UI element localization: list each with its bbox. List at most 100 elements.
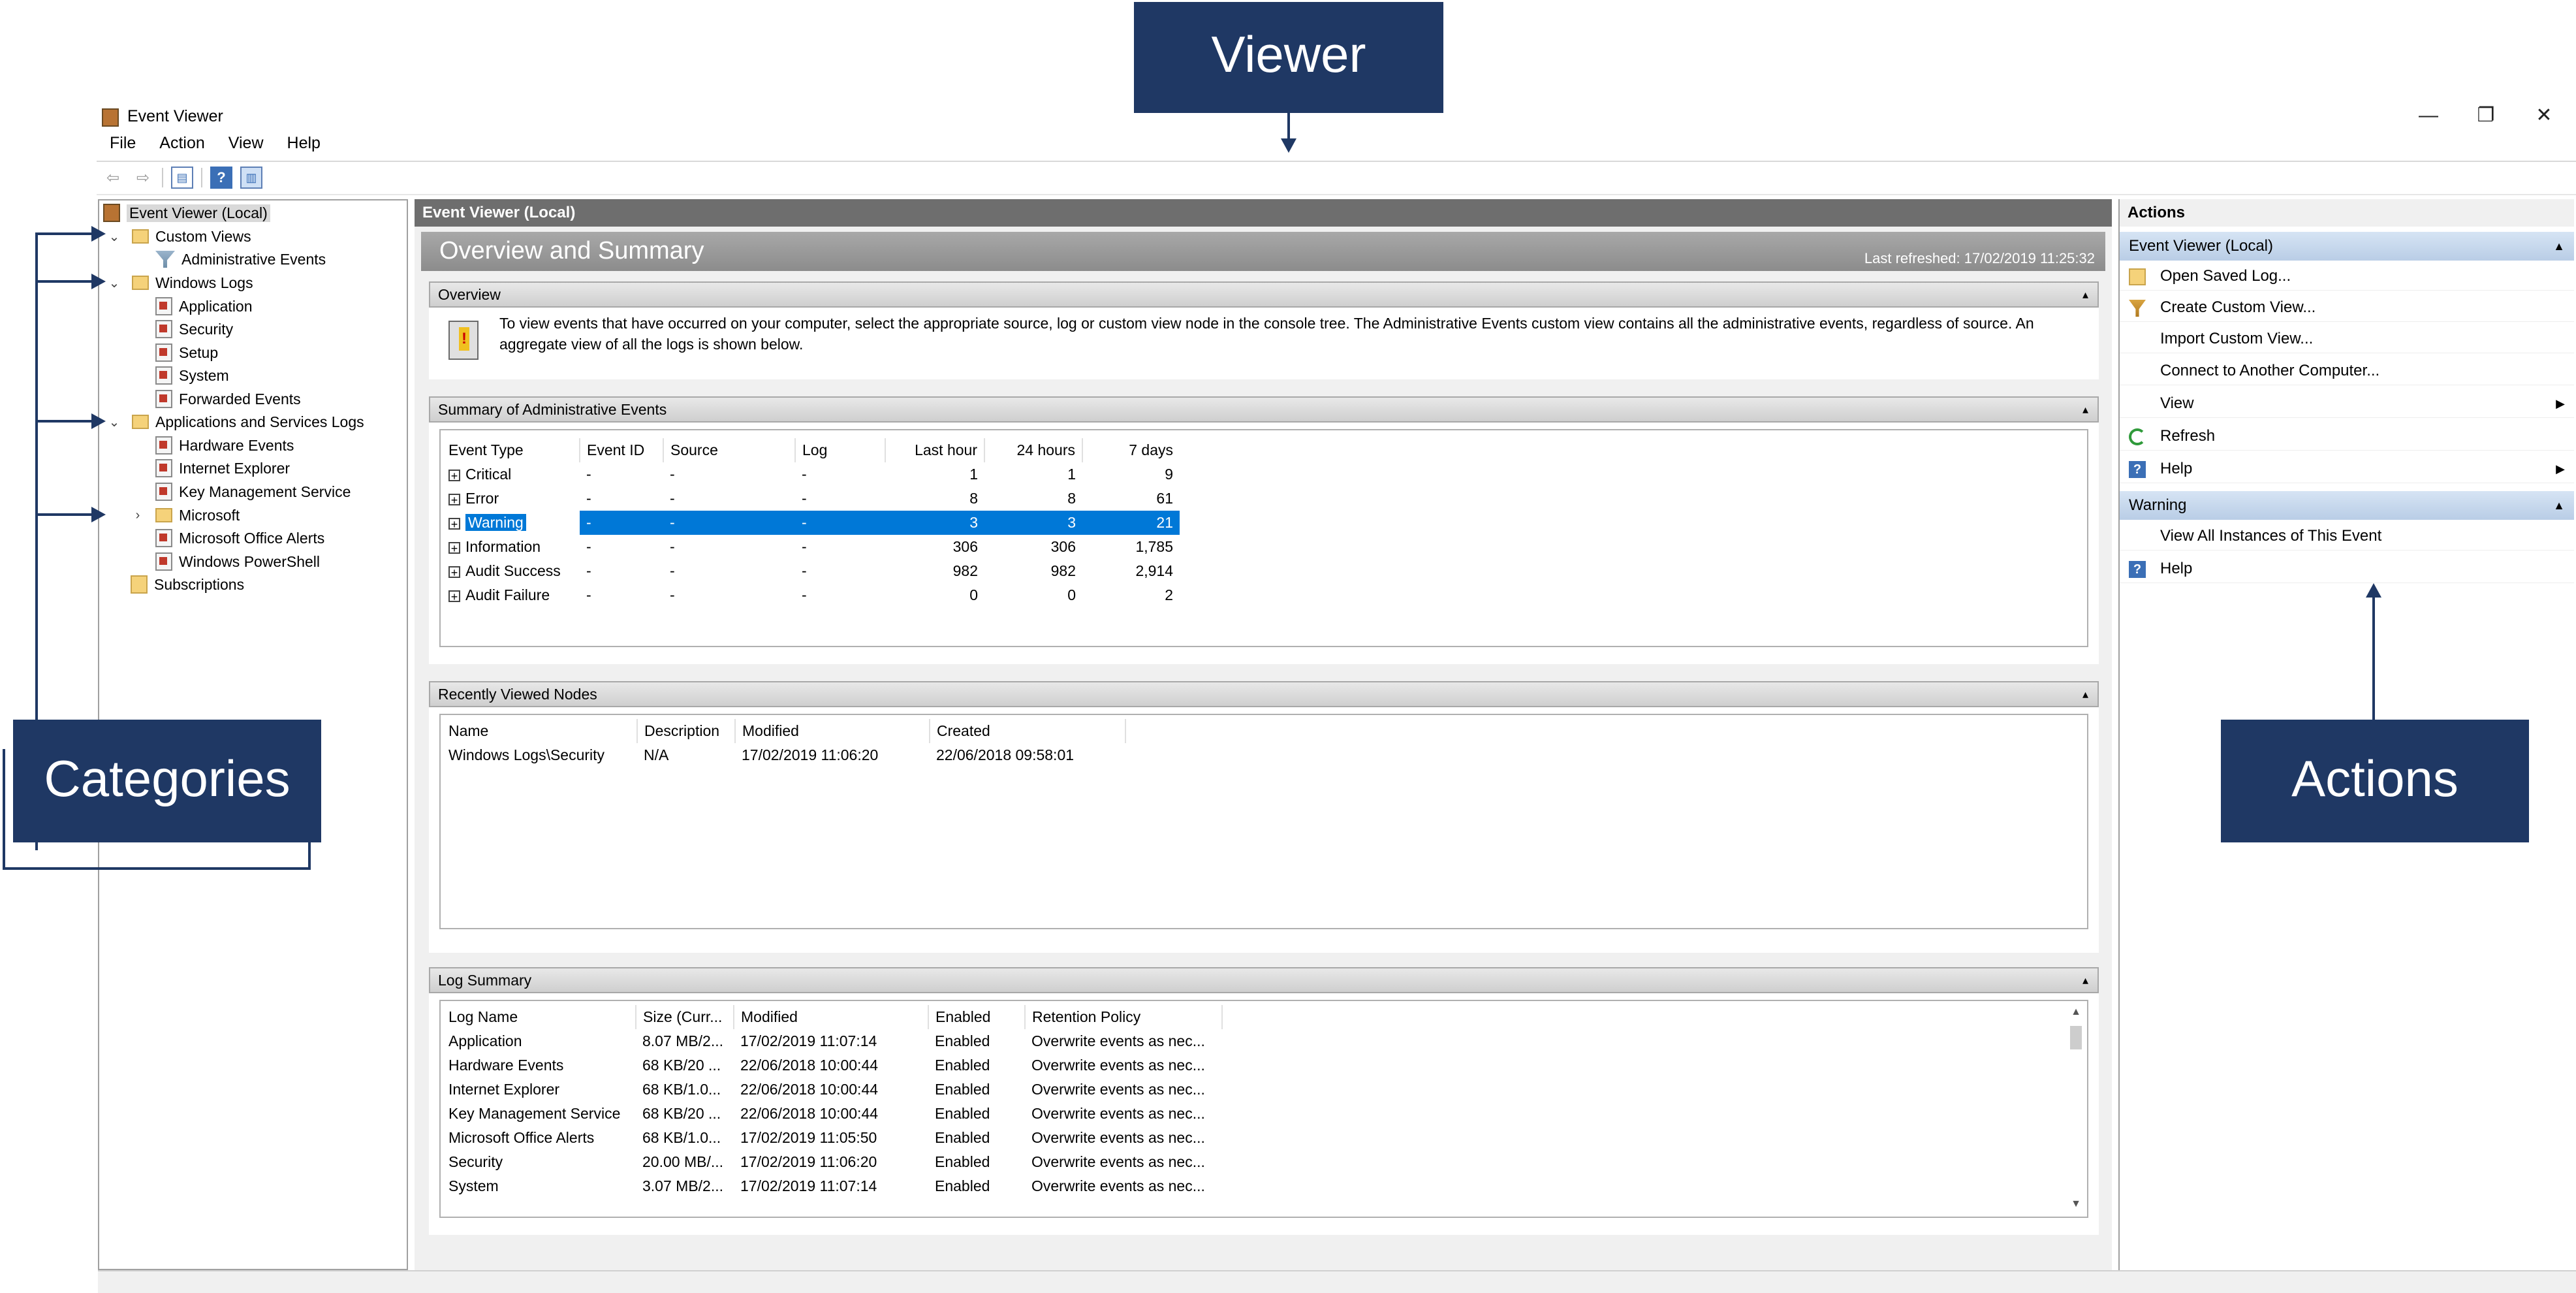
expand-icon[interactable]: + (448, 541, 460, 554)
overview-section-header[interactable]: Overview ▴ (429, 281, 2099, 308)
chevron-right-icon[interactable]: › (129, 508, 146, 523)
column-header[interactable]: Event ID (580, 438, 664, 462)
show-hide-console-tree-icon[interactable]: ▤ (171, 167, 193, 189)
column-header[interactable]: 7 days (1082, 438, 1180, 462)
scroll-down-icon[interactable]: ▼ (2069, 1197, 2083, 1211)
show-hide-action-pane-icon[interactable]: ▥ (240, 167, 262, 189)
categories-frame-line (308, 842, 311, 870)
column-header[interactable]: Created (930, 719, 1126, 743)
expand-icon[interactable]: + (448, 493, 460, 506)
chevron-down-icon[interactable]: ⌄ (106, 275, 123, 291)
column-header[interactable]: Source (663, 438, 796, 462)
action-import-custom-view[interactable]: Import Custom View... (2120, 325, 2574, 353)
table-row[interactable]: + Error --- 8 8 61 (442, 487, 1180, 511)
column-header[interactable]: Event Type (442, 438, 580, 462)
table-row[interactable]: + Audit Failure --- 002 (442, 583, 1180, 607)
collapse-icon[interactable]: ▴ (2082, 682, 2088, 706)
expand-icon[interactable]: + (448, 590, 460, 603)
restore-button[interactable]: ❐ (2463, 101, 2509, 130)
actions-group-event-viewer[interactable]: Event Viewer (Local) ▲ (2120, 232, 2574, 261)
scroll-up-icon[interactable]: ▲ (2069, 1005, 2083, 1019)
vertical-scrollbar[interactable]: ▲ ▼ (2069, 1005, 2083, 1211)
scroll-thumb[interactable] (2070, 1026, 2082, 1049)
table-row[interactable]: Microsoft Office Alerts 68 KB/1.0... 17/02… (442, 1126, 1222, 1150)
tree-item-root[interactable]: Event Viewer (Local) (103, 202, 270, 224)
table-row[interactable]: Key Management Service 68 KB/20 ... 22/06/… (442, 1102, 1222, 1126)
collapse-icon[interactable]: ▴ (2082, 283, 2088, 306)
table-row[interactable]: Security 20.00 MB/... 17/02/2019 11:06:20 E… (442, 1150, 1222, 1174)
actions-callout: Actions (2221, 720, 2529, 842)
log-summary-section-header[interactable]: Log Summary ▴ (429, 967, 2099, 993)
chevron-down-icon[interactable]: ⌄ (106, 414, 123, 430)
action-help[interactable]: ? Help ▶ (2120, 455, 2574, 483)
table-row[interactable]: System 3.07 MB/2... 17/02/2019 11:07:14 Ena… (442, 1174, 1222, 1198)
action-connect-to-another-computer[interactable]: Connect to Another Computer... (2120, 357, 2574, 385)
tree-item-internet-explorer[interactable]: Internet Explorer (155, 457, 290, 479)
table-row[interactable]: Internet Explorer 68 KB/1.0... 22/06/2018 … (442, 1078, 1222, 1102)
tree-item-microsoft[interactable]: › Microsoft (129, 504, 240, 526)
collapse-icon[interactable]: ▲ (2553, 232, 2565, 261)
column-header[interactable]: Log Name (442, 1005, 636, 1029)
close-button[interactable]: ✕ (2521, 101, 2567, 130)
table-row[interactable]: + Critical --- 119 (442, 462, 1180, 487)
tree-item-application[interactable]: Application (155, 295, 253, 317)
table-row[interactable]: Windows Logs\Security N/A 17/02/2019 11:… (442, 743, 1125, 767)
tree-item-key-management-service[interactable]: Key Management Service (155, 481, 351, 503)
tree-item-windows-logs[interactable]: ⌄ Windows Logs (106, 272, 253, 294)
column-header[interactable]: Modified (734, 1005, 929, 1029)
toolbar-divider-line (97, 194, 2576, 195)
column-header[interactable]: Retention Policy (1025, 1005, 1223, 1029)
recent-section-header[interactable]: Recently Viewed Nodes ▴ (429, 681, 2099, 707)
actions-group-warning[interactable]: Warning ▲ (2120, 491, 2574, 520)
collapse-icon[interactable]: ▲ (2553, 491, 2565, 520)
action-view-all-instances[interactable]: View All Instances of This Event (2120, 522, 2574, 551)
back-button[interactable]: ⇦ (102, 167, 124, 189)
chevron-down-icon[interactable]: ⌄ (106, 229, 123, 245)
overview-section-body: To view events that have occurred on you… (429, 308, 2099, 379)
tree-item-system[interactable]: System (155, 364, 229, 387)
tree-item-setup[interactable]: Setup (155, 342, 218, 364)
action-view[interactable]: View ▶ (2120, 389, 2574, 418)
minimize-button[interactable]: — (2406, 101, 2451, 130)
categories-bracket-tick (35, 232, 94, 235)
column-header[interactable]: Log (795, 438, 886, 462)
tree-item-windows-powershell[interactable]: Windows PowerShell (155, 551, 320, 573)
menu-action[interactable]: Action (159, 134, 204, 157)
forward-button[interactable]: ⇨ (132, 167, 154, 189)
tree-item-administrative-events[interactable]: Administrative Events (155, 248, 326, 270)
expand-icon[interactable]: + (448, 517, 460, 530)
table-row[interactable]: Hardware Events 68 KB/20 ... 22/06/2018 10… (442, 1053, 1222, 1078)
column-header[interactable]: Modified (735, 719, 930, 743)
action-open-saved-log[interactable]: Open Saved Log... (2120, 262, 2574, 291)
tree-item-hardware-events[interactable]: Hardware Events (155, 434, 294, 456)
menu-file[interactable]: File (110, 134, 136, 157)
table-row[interactable]: Application 8.07 MB/2... 17/02/2019 11:07:… (442, 1029, 1222, 1053)
summary-section-header[interactable]: Summary of Administrative Events ▴ (429, 396, 2099, 423)
action-refresh[interactable]: Refresh (2120, 422, 2574, 451)
tree-item-apps-services-logs[interactable]: ⌄ Applications and Services Logs (106, 411, 364, 433)
action-warning-help[interactable]: ? Help (2120, 554, 2574, 583)
collapse-icon[interactable]: ▴ (2082, 398, 2088, 421)
column-header[interactable]: Enabled (928, 1005, 1026, 1029)
collapse-icon[interactable]: ▴ (2082, 968, 2088, 992)
menu-view[interactable]: View (228, 134, 264, 157)
tree-item-forwarded-events[interactable]: Forwarded Events (155, 388, 301, 410)
expand-icon[interactable]: + (448, 469, 460, 482)
tree-item-subscriptions[interactable]: Subscriptions (131, 573, 244, 596)
column-header[interactable]: Description (637, 719, 736, 743)
tree-item-microsoft-office-alerts[interactable]: Microsoft Office Alerts (155, 527, 324, 549)
tree-item-security[interactable]: Security (155, 318, 233, 340)
table-row[interactable]: + Audit Success --- 982 982 2,914 (442, 559, 1180, 583)
column-header[interactable]: 24 hours (984, 438, 1083, 462)
table-row[interactable]: + Information --- 306 306 1,785 (442, 535, 1180, 559)
menu-help[interactable]: Help (287, 134, 321, 157)
expand-icon[interactable]: + (448, 566, 460, 579)
column-header[interactable]: Size (Curr... (636, 1005, 734, 1029)
actions-header: Actions (2120, 199, 2574, 227)
table-row-selected[interactable]: + Warning --- 3 3 21 (442, 511, 1180, 535)
action-create-custom-view[interactable]: Create Custom View... (2120, 293, 2574, 322)
tree-item-custom-views[interactable]: ⌄ Custom Views (106, 225, 251, 247)
column-header[interactable]: Last hour (885, 438, 985, 462)
column-header[interactable]: Name (442, 719, 638, 743)
help-button[interactable]: ? (210, 167, 232, 189)
